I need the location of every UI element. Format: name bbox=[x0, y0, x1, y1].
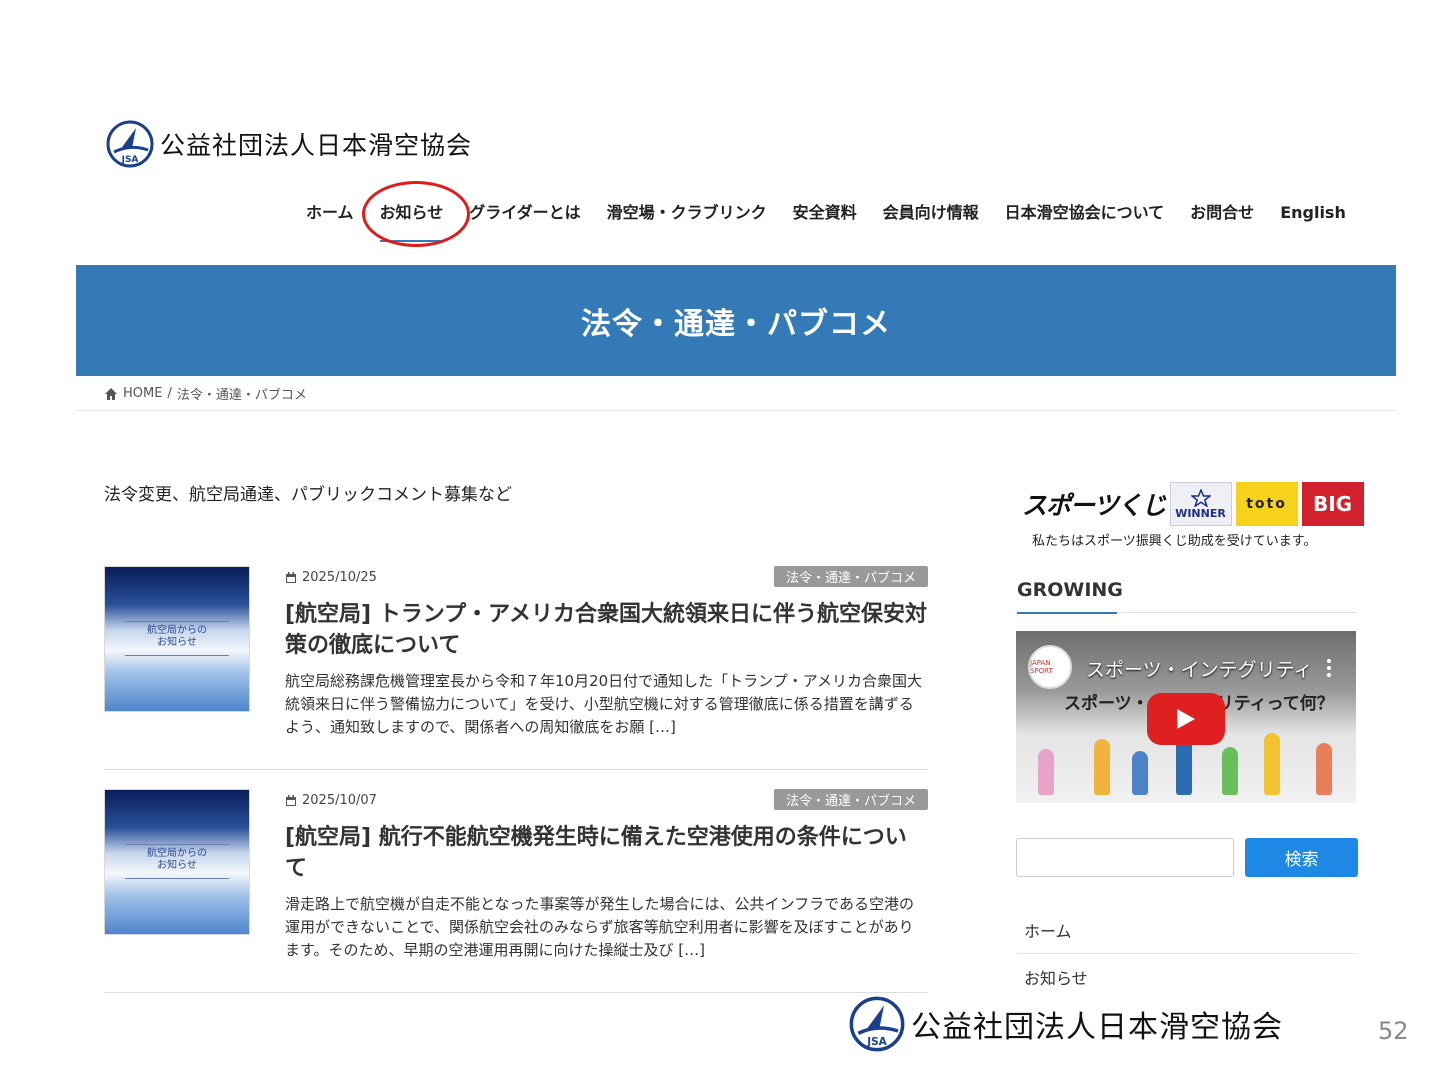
breadcrumb-separator: / bbox=[167, 386, 172, 401]
nav-item-about[interactable]: 日本滑空協会について bbox=[1005, 198, 1165, 228]
post-thumbnail[interactable]: 航空局からの お知らせ bbox=[104, 566, 250, 712]
nav-item-members[interactable]: 会員向け情報 bbox=[883, 198, 979, 228]
category-tag[interactable]: 法令・通達・パブコメ bbox=[773, 789, 928, 810]
widget-divider-accent bbox=[1017, 612, 1117, 614]
post-excerpt: 航空局総務課危機管理室長から令和７年10月20日付で通知した「トランプ・アメリカ… bbox=[285, 672, 922, 736]
thumb-divider bbox=[125, 655, 229, 656]
thumb-label: 航空局からの お知らせ bbox=[105, 848, 249, 872]
sports-kuji-banner[interactable]: スポーツくじ WINNER toto BIG 私たちはスポーツ振興くじ助成を受け… bbox=[1022, 482, 1364, 549]
calendar-icon bbox=[286, 794, 296, 806]
thumb-label-line: お知らせ bbox=[157, 637, 197, 648]
post-title[interactable]: [航空局] トランプ・アメリカ合衆国大統領来日に伴う航空保安対策の徹底について bbox=[285, 599, 928, 661]
site-logo[interactable]: JSA 公益社団法人日本滑空協会 bbox=[106, 120, 472, 168]
nav-item-glider[interactable]: グライダーとは bbox=[469, 198, 580, 228]
thumb-label-line: 航空局からの bbox=[147, 848, 207, 859]
big-logo: BIG bbox=[1301, 482, 1364, 526]
kuji-note: 私たちはスポーツ振興くじ助成を受けています。 bbox=[1032, 534, 1317, 549]
post-date-text: 2025/10/07 bbox=[302, 793, 377, 808]
post-date-text: 2025/10/25 bbox=[302, 570, 377, 585]
play-icon bbox=[1177, 709, 1195, 729]
winner-logo: WINNER bbox=[1169, 482, 1232, 526]
post-excerpt: 滑走路上で航空機が自走不能となった事案等が発生した場合には、公共インフラである空… bbox=[285, 895, 914, 959]
page-number: 52 bbox=[1378, 1017, 1409, 1045]
post-item[interactable]: 航空局からの お知らせ 2025/10/07 法令・通達・パブコメ [航空局] … bbox=[104, 789, 928, 993]
figure-illustration bbox=[1264, 733, 1280, 795]
post-body: 2025/10/07 法令・通達・パブコメ [航空局] 航行不能航空機発生時に備… bbox=[285, 789, 928, 962]
sidebar-link-home[interactable]: ホーム bbox=[1024, 918, 1072, 942]
footer-org-name: 公益社団法人日本滑空協会 bbox=[911, 1010, 1283, 1045]
page-title: 法令・通達・パブコメ bbox=[581, 306, 891, 342]
search-input[interactable] bbox=[1016, 838, 1234, 877]
figure-illustration bbox=[1132, 751, 1148, 795]
jsa-logo-icon: JSA bbox=[849, 996, 905, 1052]
nav-item-contact[interactable]: お問合せ bbox=[1190, 198, 1254, 228]
breadcrumb-home[interactable]: HOME bbox=[123, 386, 162, 401]
kebab-menu-icon[interactable] bbox=[1318, 657, 1340, 679]
logo-mark-text: JSA bbox=[866, 1036, 887, 1048]
thumb-divider bbox=[125, 621, 229, 622]
sidebar-link-news[interactable]: お知らせ bbox=[1024, 965, 1088, 989]
figure-illustration bbox=[1038, 749, 1054, 795]
breadcrumb-divider bbox=[76, 410, 1396, 411]
winner-text: WINNER bbox=[1175, 506, 1226, 520]
breadcrumb: HOME / 法令・通達・パブコメ bbox=[104, 384, 307, 403]
post-item[interactable]: 航空局からの お知らせ 2025/10/25 法令・通達・パブコメ [航空局] … bbox=[104, 566, 928, 770]
nav-item-home[interactable]: ホーム bbox=[306, 198, 354, 228]
calendar-icon bbox=[286, 571, 296, 583]
thumb-divider bbox=[125, 844, 229, 845]
thumb-label: 航空局からの お知らせ bbox=[105, 625, 249, 649]
sidebar-divider bbox=[1017, 953, 1357, 954]
annotation-circle bbox=[362, 181, 470, 247]
thumb-divider bbox=[125, 878, 229, 879]
channel-avatar[interactable]: JAPAN SPORT bbox=[1028, 645, 1072, 689]
post-body: 2025/10/25 法令・通達・パブコメ [航空局] トランプ・アメリカ合衆国… bbox=[285, 566, 928, 739]
page-banner: 法令・通達・パブコメ bbox=[76, 265, 1396, 376]
nav-item-english[interactable]: English bbox=[1280, 198, 1346, 228]
figure-illustration bbox=[1094, 739, 1110, 795]
post-title[interactable]: [航空局] 航行不能航空機発生時に備えた空港使用の条件について bbox=[285, 822, 928, 884]
toto-logo: toto bbox=[1235, 482, 1298, 526]
footer-logo: JSA 公益社団法人日本滑空協会 bbox=[849, 996, 1283, 1052]
category-description: 法令変更、航空局通達、パブリックコメント募集など bbox=[104, 485, 512, 505]
logo-mark-text: JSA bbox=[121, 155, 139, 165]
thumb-label-line: お知らせ bbox=[157, 860, 197, 871]
video-title[interactable]: スポーツ・インテグリティ bbox=[1086, 655, 1312, 682]
category-tag[interactable]: 法令・通達・パブコメ bbox=[773, 566, 928, 587]
figure-illustration bbox=[1222, 747, 1238, 795]
widget-title: GROWING bbox=[1017, 579, 1123, 601]
kuji-logos: スポーツくじ WINNER toto BIG bbox=[1022, 482, 1364, 526]
play-button[interactable] bbox=[1147, 693, 1225, 745]
breadcrumb-current: 法令・通達・パブコメ bbox=[176, 388, 307, 403]
nav-item-club-links[interactable]: 滑空場・クラブリンク bbox=[607, 198, 767, 228]
thumb-label-line: 航空局からの bbox=[147, 625, 207, 636]
home-icon bbox=[105, 387, 117, 400]
site-name: 公益社団法人日本滑空協会 bbox=[160, 131, 473, 160]
star-icon bbox=[1190, 488, 1211, 507]
post-thumbnail[interactable]: 航空局からの お知らせ bbox=[104, 789, 250, 935]
figure-illustration bbox=[1316, 743, 1332, 795]
nav-item-safety[interactable]: 安全資料 bbox=[793, 198, 857, 228]
jsa-logo-icon: JSA bbox=[106, 120, 154, 168]
kuji-logo: スポーツくじ bbox=[1022, 491, 1167, 520]
search-button[interactable]: 検索 bbox=[1245, 838, 1358, 877]
youtube-embed[interactable]: JAPAN SPORT スポーツ・インテグリティ スポーツ・インテグリティって何… bbox=[1016, 631, 1356, 803]
